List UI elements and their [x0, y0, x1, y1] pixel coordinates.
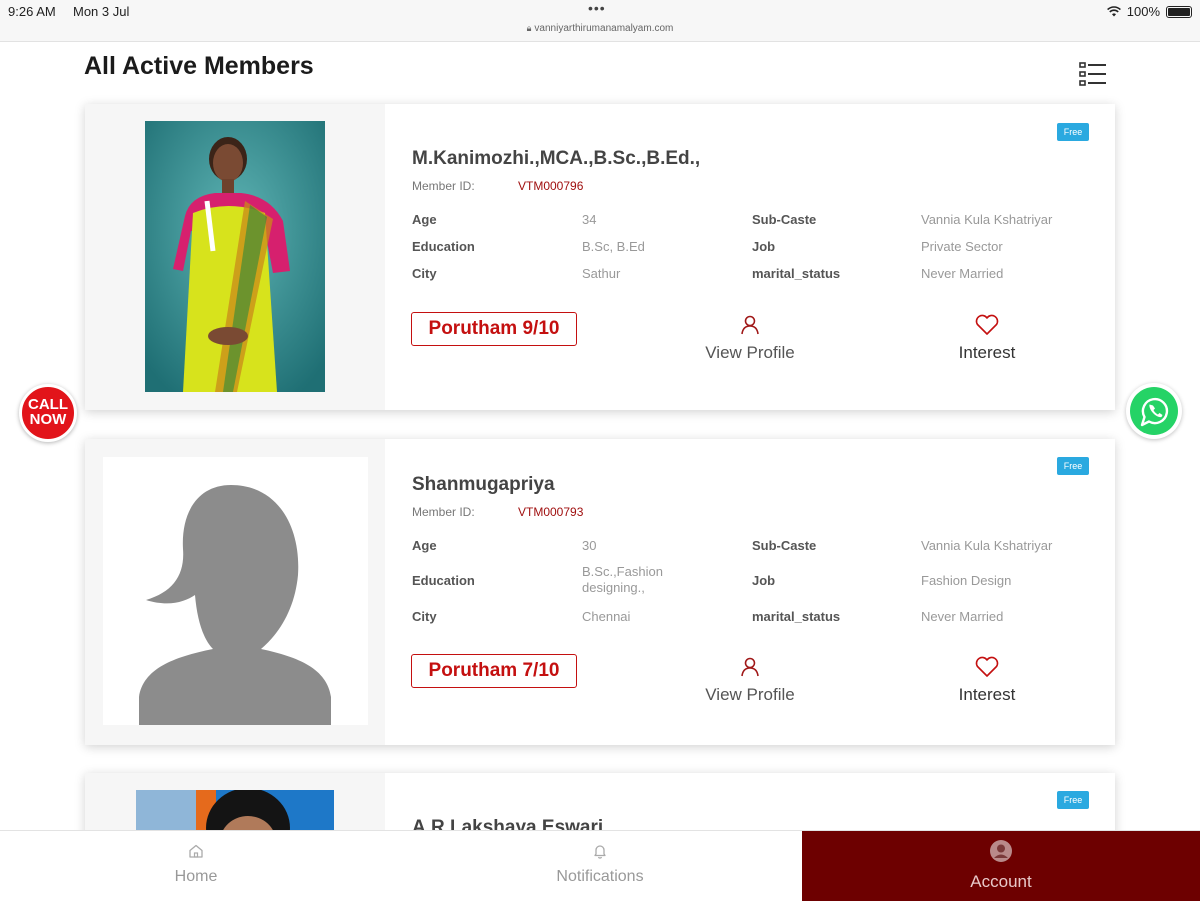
age-label: Age: [412, 538, 437, 553]
interest-button[interactable]: Interest: [917, 314, 1057, 363]
education-label: Education: [412, 573, 475, 588]
status-bar: 9:26 AM Mon 3 Jul ••• 🔒︎ vanniyarthiruman…: [0, 0, 1200, 42]
member-id-label: Member ID:: [412, 505, 475, 519]
bottom-nav: Home Notifications Account: [0, 830, 1200, 901]
user-icon: [741, 315, 759, 335]
job-label: Job: [752, 573, 776, 588]
interest-label: Interest: [958, 685, 1016, 704]
porutham-button[interactable]: Porutham 9/10: [411, 312, 577, 346]
marital-status-label: marital_status: [752, 266, 841, 281]
heart-icon: [975, 314, 999, 335]
free-badge: Free: [1057, 791, 1089, 809]
account-avatar-icon: [990, 840, 1012, 862]
member-id-value: VTM000796: [518, 179, 584, 193]
job-label: Job: [752, 239, 776, 254]
nav-home[interactable]: Home: [96, 831, 296, 901]
city-value: Chennai: [582, 609, 631, 624]
nav-account-label: Account: [970, 872, 1032, 891]
member-id-label: Member ID:: [412, 179, 475, 193]
interest-button[interactable]: Interest: [917, 656, 1057, 705]
heart-icon: [975, 656, 999, 677]
job-value: Private Sector: [921, 239, 1003, 254]
nav-home-label: Home: [174, 868, 218, 885]
nav-account[interactable]: Account: [802, 831, 1200, 901]
sub-caste-label: Sub-Caste: [752, 212, 817, 227]
multitask-dots[interactable]: •••: [588, 0, 606, 16]
page-title: All Active Members: [84, 52, 314, 80]
member-id-value: VTM000793: [518, 505, 584, 519]
sub-caste-value: Vannia Kula Kshatriyar: [921, 538, 1053, 553]
user-icon: [741, 657, 759, 677]
call-now-button[interactable]: CALL NOW: [19, 384, 77, 442]
member-name[interactable]: M.Kanimozhi.,MCA.,B.Sc.,B.Ed.,: [412, 148, 700, 170]
free-badge: Free: [1057, 123, 1089, 141]
sub-caste-label: Sub-Caste: [752, 538, 817, 553]
interest-label: Interest: [958, 343, 1016, 362]
member-photo[interactable]: [145, 121, 325, 392]
marital-status-value: Never Married: [921, 609, 1004, 624]
city-label: City: [412, 609, 437, 624]
home-icon: [189, 844, 203, 858]
wifi-icon: [1106, 6, 1121, 17]
education-label: Education: [412, 239, 475, 254]
marital-status-value: Never Married: [921, 266, 1004, 281]
status-right: 100%: [1106, 4, 1192, 19]
status-time: 9:26 AM: [8, 4, 56, 19]
bell-icon: [594, 845, 606, 859]
battery-percent: 100%: [1126, 4, 1160, 19]
job-value: Fashion Design: [921, 573, 1012, 588]
education-value: B.Sc, B.Ed: [582, 239, 645, 254]
city-value: Sathur: [582, 266, 621, 281]
view-profile-button[interactable]: View Profile: [680, 656, 820, 705]
status-date: Mon 3 Jul: [73, 4, 130, 19]
view-profile-button[interactable]: View Profile: [680, 314, 820, 363]
battery-icon: [1166, 5, 1192, 18]
call-now-line2: NOW: [29, 411, 67, 428]
age-value: 34: [582, 212, 597, 227]
porutham-button[interactable]: Porutham 7/10: [411, 654, 577, 688]
city-label: City: [412, 266, 437, 281]
member-photo-placeholder[interactable]: [103, 457, 368, 725]
sub-caste-value: Vannia Kula Kshatriyar: [921, 212, 1053, 227]
free-badge: Free: [1057, 457, 1089, 475]
marital-status-label: marital_status: [752, 609, 841, 624]
url-text: vanniyarthirumanamalyam.com: [534, 23, 674, 34]
age-value: 30: [582, 538, 597, 553]
member-card[interactable]: Free M.Kanimozhi.,MCA.,B.Sc.,B.Ed., Memb…: [85, 104, 1115, 410]
nav-notifications-label: Notifications: [556, 868, 644, 885]
member-name[interactable]: Shanmugapriya: [412, 474, 555, 496]
education-value: B.Sc.,Fashion designing.,: [582, 564, 663, 595]
lock-icon: 🔒︎: [526, 23, 532, 33]
address-bar[interactable]: 🔒︎ vanniyarthirumanamalyam.com: [0, 23, 1200, 34]
nav-notifications[interactable]: Notifications: [500, 831, 700, 901]
member-card[interactable]: Free Shanmugapriya Member ID: VTM000793 …: [85, 439, 1115, 745]
view-profile-label: View Profile: [705, 343, 795, 362]
age-label: Age: [412, 212, 437, 227]
whatsapp-icon[interactable]: [1126, 383, 1182, 439]
list-view-icon[interactable]: [1078, 60, 1108, 90]
view-profile-label: View Profile: [705, 685, 795, 704]
